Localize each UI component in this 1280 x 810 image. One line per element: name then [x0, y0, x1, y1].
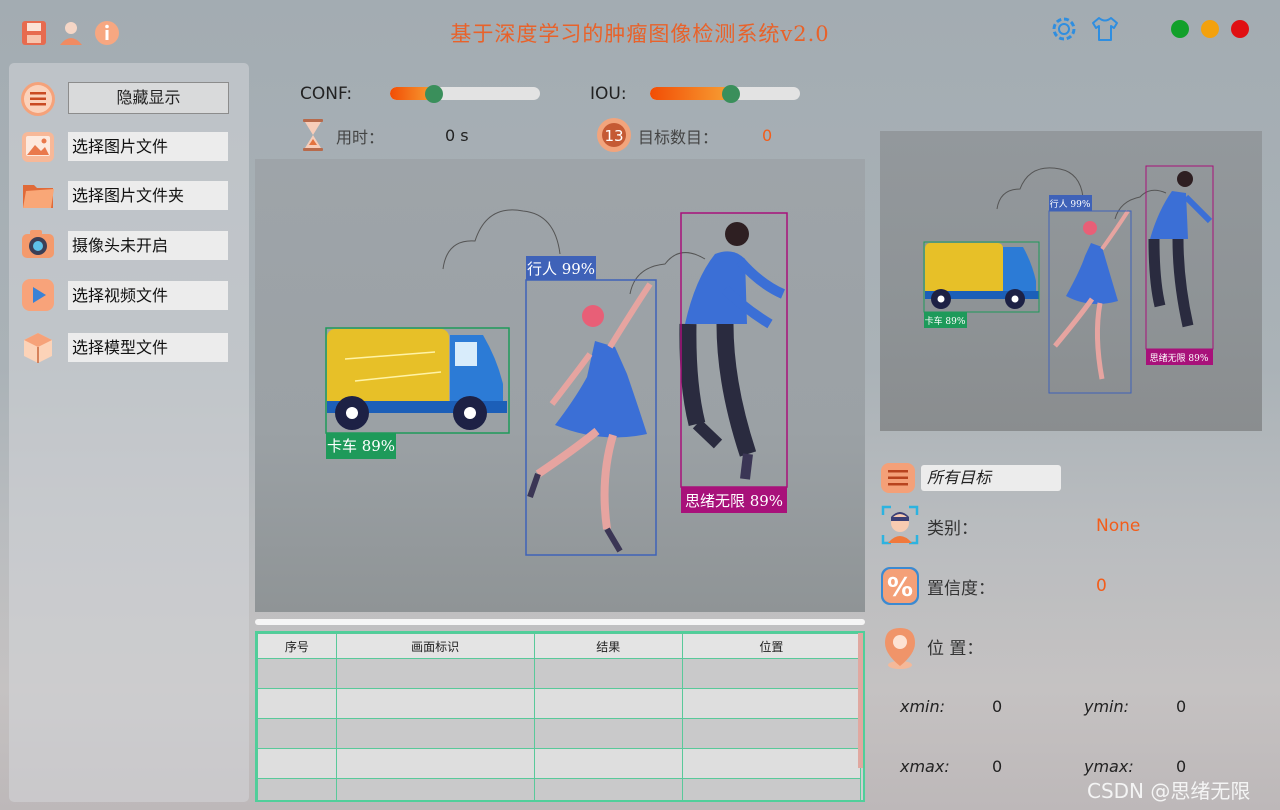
pedestrian-label: 行人 99%: [527, 260, 595, 278]
iou-slider-fill: [650, 87, 731, 100]
target-filter-select[interactable]: 所有目标: [921, 465, 1061, 491]
xmax-label: xmax:: [900, 757, 950, 776]
percent-icon: %: [880, 566, 920, 610]
camera-button[interactable]: 摄像头未开启: [68, 231, 228, 260]
svg-text:13: 13: [604, 127, 623, 145]
col-header-position[interactable]: 位置: [681, 633, 862, 659]
ymin-value: 0: [1176, 697, 1187, 716]
location-pin-icon: [881, 626, 919, 674]
preview-custom-label: 思绪无限 89%: [1150, 352, 1209, 364]
target-count-value: 0: [762, 126, 773, 145]
close-button[interactable]: [1231, 20, 1249, 38]
col-header-frame[interactable]: 画面标识: [335, 633, 535, 659]
col-header-result[interactable]: 结果: [533, 633, 683, 659]
progress-bar: [255, 619, 865, 625]
custom-label: 思绪无限 89%: [685, 492, 783, 510]
ymax-value: 0: [1176, 757, 1187, 776]
image-file-icon: [20, 129, 56, 165]
results-table[interactable]: 序号 画面标识 结果 位置: [255, 631, 865, 802]
select-folder-button[interactable]: 选择图片文件夹: [68, 181, 228, 210]
ymin-label: ymin:: [1084, 697, 1130, 716]
app-title: 基于深度学习的肿瘤图像检测系统v2.0: [450, 22, 830, 46]
main-detection-image: 卡车 89% 行人 99% 思绪无限 89%: [255, 159, 865, 612]
xmin-value: 0: [992, 697, 1003, 716]
table-row[interactable]: [257, 658, 862, 689]
model-box-icon: [20, 330, 56, 366]
conf-label: CONF:: [300, 84, 353, 104]
watermark: CSDN @思绪无限: [1087, 779, 1251, 803]
face-scan-icon: [881, 505, 919, 549]
left-panel: [9, 63, 249, 802]
table-row[interactable]: [257, 778, 862, 800]
menu-toggle-icon[interactable]: [20, 81, 56, 117]
position-label: 位 置：: [927, 639, 984, 659]
col-header-index[interactable]: 序号: [257, 633, 337, 659]
table-row[interactable]: [257, 688, 862, 719]
xmin-label: xmin:: [900, 697, 946, 716]
table-row[interactable]: [257, 748, 862, 779]
svg-text:%: %: [887, 573, 913, 603]
hide-show-button[interactable]: 隐藏显示: [68, 82, 229, 114]
ymax-label: ymax:: [1084, 757, 1134, 776]
select-image-button[interactable]: 选择图片文件: [68, 132, 228, 161]
conf-slider-handle[interactable]: [424, 85, 443, 103]
detection-illustration: 卡车 89% 行人 99% 思绪无限 89%: [325, 209, 788, 556]
maximize-button[interactable]: [1171, 20, 1189, 38]
tshirt-theme-icon[interactable]: [1090, 14, 1120, 48]
camera-icon: [20, 226, 56, 262]
settings-gear-icon[interactable]: [1049, 14, 1079, 48]
preview-image: 卡车 89% 行人 99% 思绪无限 89%: [880, 131, 1262, 431]
preview-illustration: 卡车 89% 行人 99% 思绪无限 89%: [923, 165, 1214, 394]
iou-slider-handle[interactable]: [722, 85, 740, 103]
class-value: None: [1096, 516, 1141, 536]
confidence-label: 置信度：: [927, 579, 995, 599]
preview-truck-label: 卡车 89%: [925, 315, 966, 327]
time-value: 0 s: [445, 126, 469, 145]
target-count-label: 目标数目：: [638, 128, 719, 147]
truck-label: 卡车 89%: [327, 437, 395, 455]
hourglass-icon: [300, 118, 326, 156]
table-scrollbar[interactable]: [858, 633, 863, 768]
select-video-button[interactable]: 选择视频文件: [68, 281, 228, 310]
select-model-button[interactable]: 选择模型文件: [68, 333, 228, 362]
filter-menu-icon[interactable]: [880, 462, 916, 498]
iou-label: IOU:: [590, 84, 627, 104]
time-label: 用时：: [336, 128, 385, 147]
conf-slider-track[interactable]: [390, 87, 540, 100]
xmax-value: 0: [992, 757, 1003, 776]
target-count-icon: 13: [596, 117, 632, 157]
table-row[interactable]: [257, 718, 862, 749]
confidence-value: 0: [1096, 576, 1107, 596]
folder-icon: [20, 177, 56, 213]
preview-pedestrian-label: 行人 99%: [1050, 198, 1091, 210]
video-play-icon: [20, 277, 56, 313]
minimize-button[interactable]: [1201, 20, 1219, 38]
class-label: 类别：: [927, 519, 978, 539]
